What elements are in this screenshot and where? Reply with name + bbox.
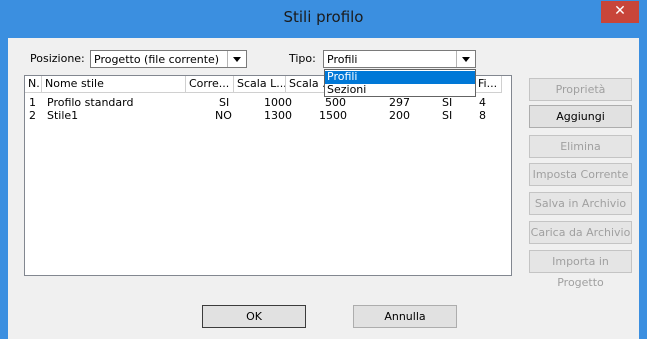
tipo-select[interactable]: Profili	[323, 50, 476, 68]
window-title: Stili profilo	[283, 8, 364, 26]
tipo-label: Tipo:	[289, 52, 316, 65]
close-icon: ✕	[614, 3, 626, 19]
cell-scala: 500	[325, 96, 346, 109]
column-header-scala-l[interactable]: Scala L...	[234, 76, 286, 93]
posizione-value: Progetto (file corrente)	[94, 53, 220, 66]
close-button[interactable]: ✕	[601, 1, 639, 23]
column-header-corrente[interactable]: Corre...	[186, 76, 234, 93]
cell-col6: 200	[389, 109, 410, 122]
cell-scala-l: 1300	[264, 109, 292, 122]
cell-n: 1	[29, 96, 36, 109]
cell-scala: 1500	[319, 109, 347, 122]
column-header-fi[interactable]: Fi...	[474, 76, 502, 93]
dropdown-option-sezioni[interactable]: Sezioni	[325, 84, 475, 97]
styles-table[interactable]: N. Nome stile Corre... Scala L... Scala …	[24, 75, 512, 276]
dialog-window: Stili profilo ✕ Posizione: Progetto (fil…	[0, 0, 647, 339]
dialog-client-area: Posizione: Progetto (file corrente) Tipo…	[8, 38, 639, 339]
column-header-n[interactable]: N.	[25, 76, 42, 93]
posizione-label: Posizione:	[30, 52, 85, 65]
imposta-corrente-button[interactable]: Imposta Corrente	[529, 163, 632, 186]
importa-in-progetto-button[interactable]: Importa in Progetto	[529, 250, 632, 289]
cell-col7: SI	[442, 96, 453, 109]
tipo-dropdown-list[interactable]: Profili Sezioni	[324, 69, 476, 97]
proprieta-button[interactable]: Proprietà	[529, 78, 632, 101]
posizione-select[interactable]: Progetto (file corrente)	[90, 50, 247, 68]
cell-col7: SI	[442, 109, 453, 122]
cell-fi: 4	[479, 96, 486, 109]
cell-col6: 297	[389, 96, 410, 109]
tipo-value: Profili	[327, 53, 358, 66]
annulla-button[interactable]: Annulla	[353, 305, 457, 328]
elimina-button[interactable]: Elimina	[529, 135, 632, 158]
cell-nome-stile: Profilo standard	[47, 96, 134, 109]
cell-nome-stile: Stile1	[47, 109, 79, 122]
aggiungi-button[interactable]: Aggiungi	[529, 105, 632, 128]
cell-fi: 8	[479, 109, 486, 122]
chevron-down-icon[interactable]	[227, 51, 246, 67]
cell-scala-l: 1000	[264, 96, 292, 109]
cell-corrente: SI	[219, 96, 230, 109]
column-header-nome-stile[interactable]: Nome stile	[42, 76, 186, 93]
title-bar[interactable]: Stili profilo ✕	[0, 0, 647, 38]
chevron-down-icon[interactable]	[456, 51, 475, 67]
cell-corrente: NO	[215, 109, 232, 122]
salva-in-archivio-button[interactable]: Salva in Archivio	[529, 192, 632, 215]
cell-n: 2	[29, 109, 36, 122]
ok-button[interactable]: OK	[202, 305, 306, 328]
carica-da-archivio-button[interactable]: Carica da Archivio	[529, 221, 632, 244]
